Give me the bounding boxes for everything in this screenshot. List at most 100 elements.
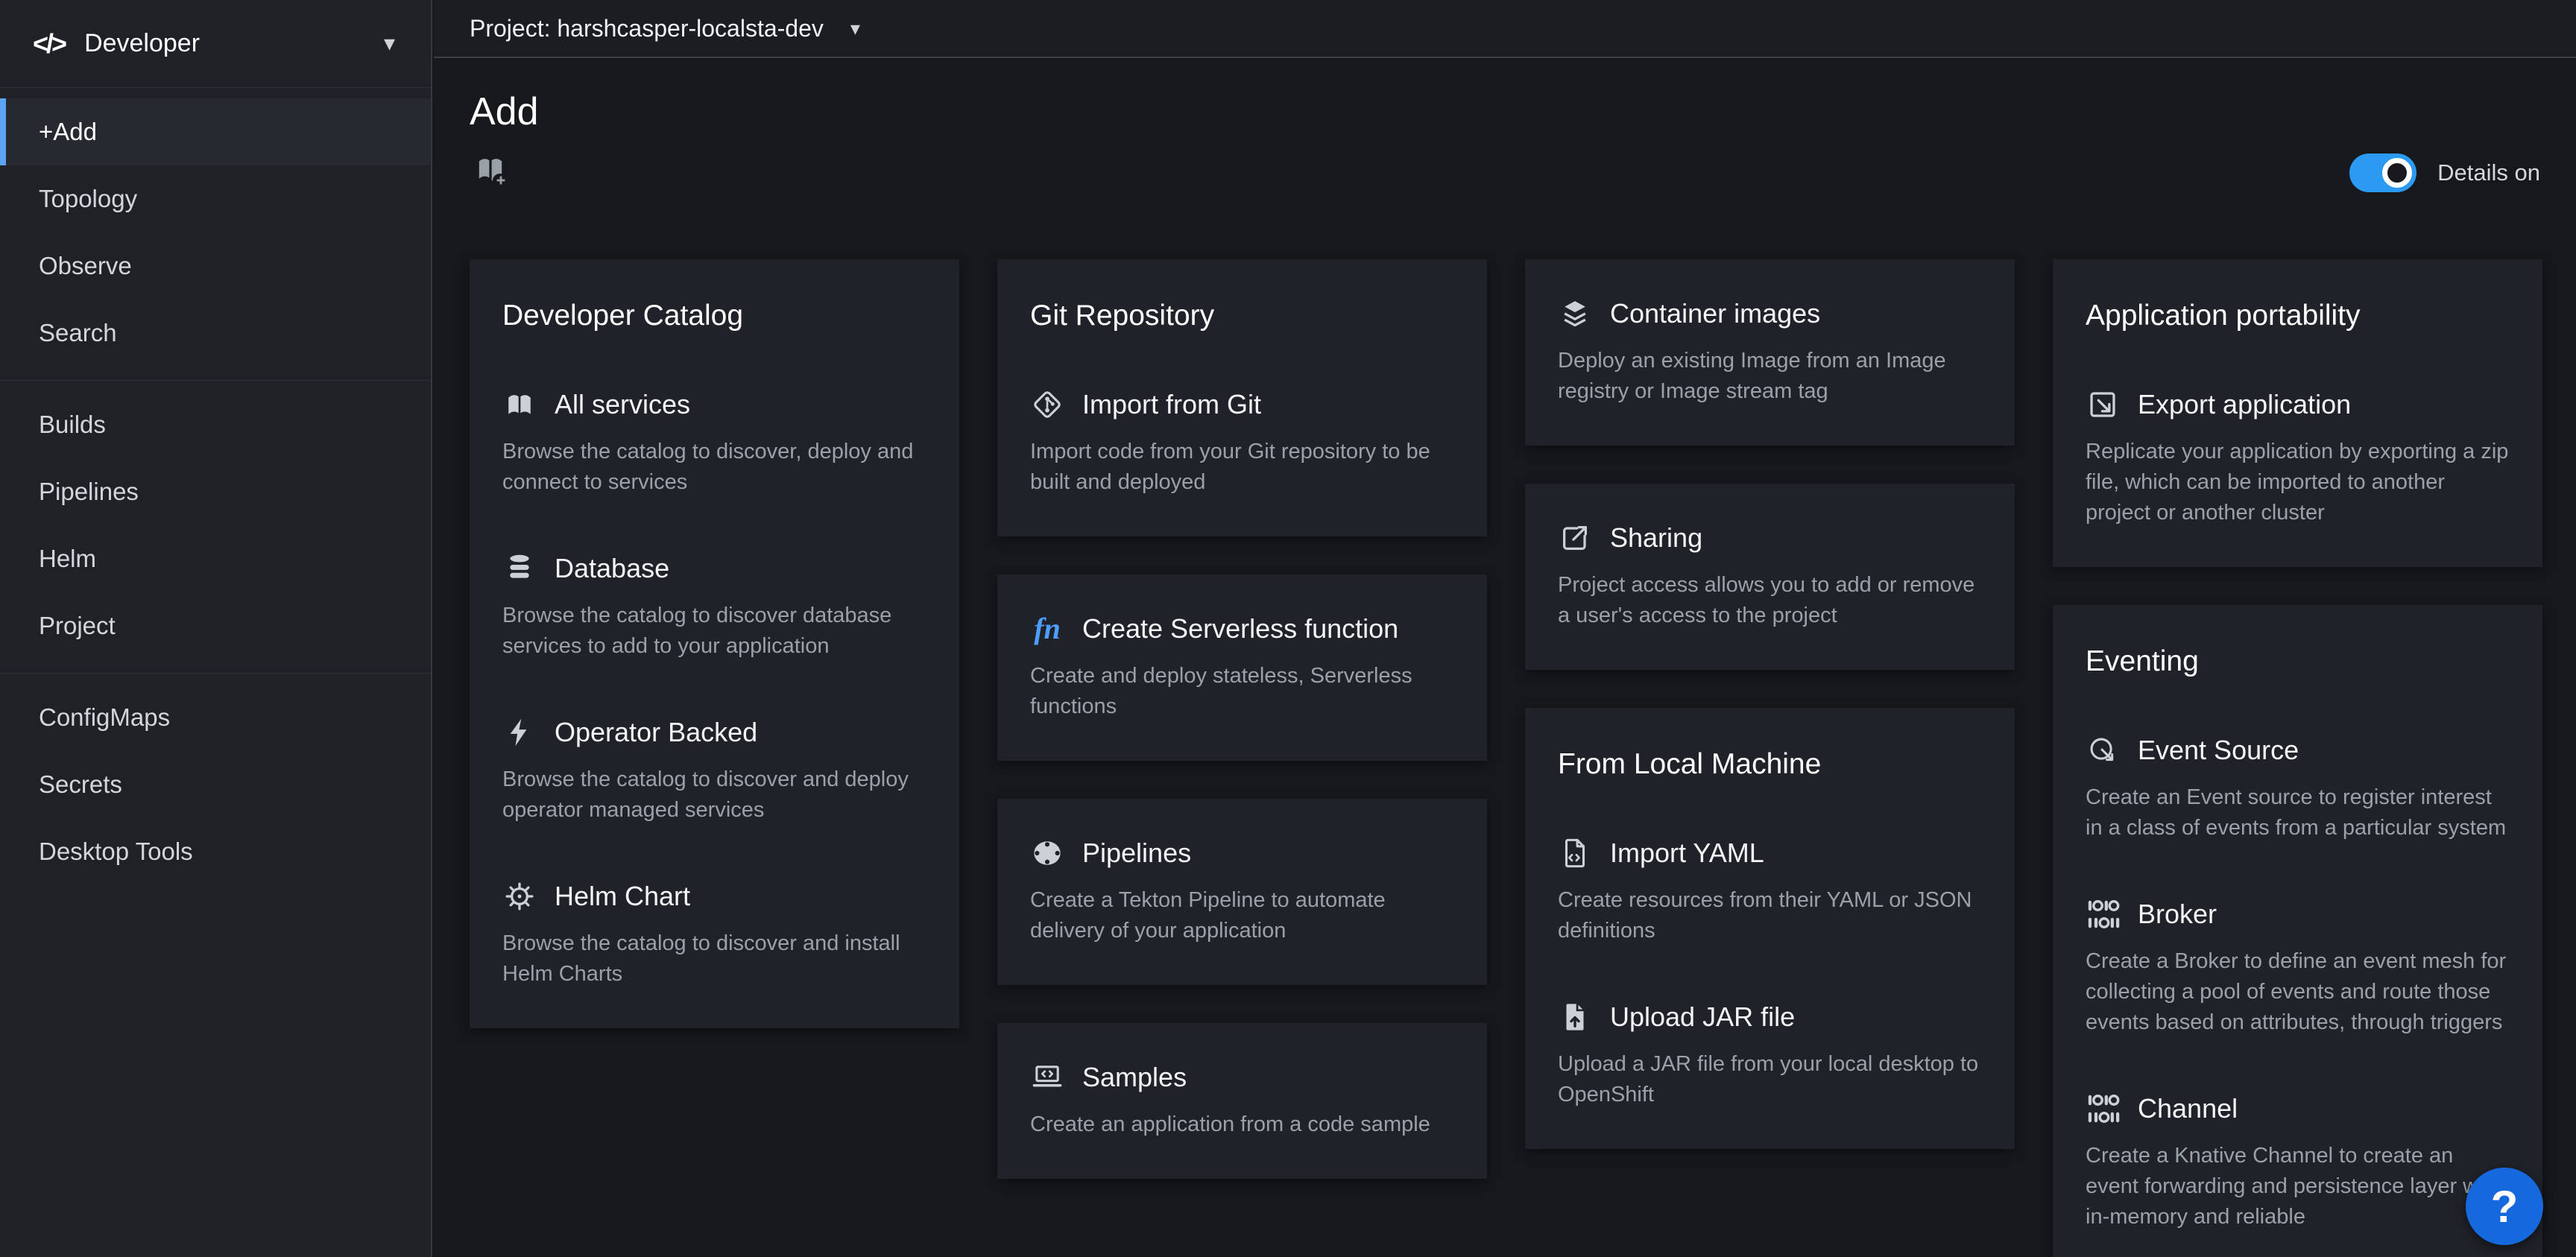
tile-broker[interactable]: Broker Create a Broker to define an even…: [2086, 897, 2510, 1038]
tile-all-services[interactable]: All services Browse the catalog to disco…: [502, 387, 926, 498]
perspective-switcher[interactable]: </> Developer ▾: [0, 0, 431, 88]
tile-description: Import code from your Git repository to …: [1030, 437, 1454, 498]
project-selector-label: Project: harshcasper-localsta-dev: [470, 15, 824, 42]
card-pipelines: Pipelines Create a Tekton Pipeline to au…: [997, 799, 1487, 985]
sidebar-item-helm[interactable]: Helm: [0, 525, 431, 592]
card-samples: Samples Create an application from a cod…: [997, 1023, 1487, 1179]
card-container-images: Container images Deploy an existing Imag…: [1525, 259, 2015, 446]
add-page-card-grid: Developer Catalog All services Browse th…: [434, 259, 2576, 1257]
tile-description: Browse the catalog to discover and deplo…: [502, 764, 926, 826]
tile-upload-jar-file[interactable]: Upload JAR file Upload a JAR file from y…: [1558, 1000, 1982, 1110]
card-git-repository: Git Repository Import from Git Import co…: [997, 259, 1487, 536]
sidebar-item-configmaps[interactable]: ConfigMaps: [0, 684, 431, 751]
tile-import-from-git[interactable]: Import from Git Import code from your Gi…: [1030, 387, 1454, 498]
sidebar-item-topology[interactable]: Topology: [0, 165, 431, 232]
card-title-application-portability: Application portability: [2086, 300, 2510, 332]
helm-icon: [502, 879, 537, 914]
chevron-down-icon: ▾: [850, 17, 860, 40]
tile-title: Samples: [1082, 1062, 1187, 1093]
card-eventing: Eventing Event Source Create an Event so…: [2053, 605, 2542, 1257]
sidebar-item-builds[interactable]: Builds: [0, 391, 431, 458]
sidebar-item-project[interactable]: Project: [0, 592, 431, 659]
tile-helm-chart[interactable]: Helm Chart Browse the catalog to discove…: [502, 879, 926, 990]
tile-title: Container images: [1610, 298, 1820, 329]
tile-import-yaml[interactable]: Import YAML Create resources from their …: [1558, 836, 1982, 946]
tile-title: Export application: [2138, 389, 2351, 420]
details-toggle-label: Details on: [2437, 159, 2540, 186]
tile-description: Create an Event source to register inter…: [2086, 782, 2510, 843]
tile-description: Deploy an existing Image from an Image r…: [1558, 346, 1982, 407]
channel-icon: [2086, 1092, 2120, 1126]
card-developer-catalog: Developer Catalog All services Browse th…: [470, 259, 959, 1028]
tile-description: Create a Tekton Pipeline to automate del…: [1030, 885, 1454, 946]
perspective-label: Developer: [84, 29, 384, 58]
toggle-knob: [2382, 158, 2412, 188]
help-button[interactable]: ?: [2466, 1168, 2543, 1245]
tile-title: Sharing: [1610, 522, 1702, 554]
tile-description: Replicate your application by exporting …: [2086, 437, 2510, 528]
main-content: Project: harshcasper-localsta-dev ▾ Add …: [434, 0, 2576, 1257]
container-images-icon: [1558, 297, 1592, 331]
tile-description: Browse the catalog to discover database …: [502, 601, 926, 662]
serverless-fn-icon: fn: [1030, 612, 1064, 646]
git-icon: [1030, 387, 1064, 422]
tile-title: Database: [555, 553, 669, 584]
tile-channel[interactable]: Channel Create a Knative Channel to crea…: [2086, 1092, 2510, 1232]
sidebar-item-search[interactable]: Search: [0, 300, 431, 367]
tile-export-application[interactable]: Export application Replicate your applic…: [2086, 387, 2510, 528]
tile-title: Helm Chart: [555, 881, 690, 912]
sidebar: </> Developer ▾ +Add Topology Observe Se…: [0, 0, 432, 1257]
tile-operator-backed[interactable]: Operator Backed Browse the catalog to di…: [502, 715, 926, 826]
samples-icon: [1030, 1060, 1064, 1095]
card-title-git-repository: Git Repository: [1030, 300, 1454, 332]
sidebar-group: +Add Topology Observe Search: [0, 88, 431, 380]
sidebar-item-desktop-tools[interactable]: Desktop Tools: [0, 818, 431, 885]
details-toggle[interactable]: [2349, 153, 2416, 192]
pipelines-icon: [1030, 836, 1064, 870]
card-title-eventing: Eventing: [2086, 645, 2510, 678]
sidebar-group: Builds Pipelines Helm Project: [0, 380, 431, 673]
sidebar-nav: +Add Topology Observe Search Builds Pipe…: [0, 88, 431, 899]
tile-title: Import YAML: [1610, 838, 1764, 869]
tile-title: Event Source: [2138, 735, 2299, 766]
project-selector[interactable]: Project: harshcasper-localsta-dev ▾: [470, 15, 860, 42]
tile-event-source[interactable]: Event Source Create an Event source to r…: [2086, 733, 2510, 843]
sidebar-item-add[interactable]: +Add: [0, 98, 431, 165]
event-source-icon: [2086, 733, 2120, 767]
share-icon: [1558, 521, 1592, 555]
tile-database[interactable]: Database Browse the catalog to discover …: [502, 551, 926, 662]
card-column-1: Developer Catalog All services Browse th…: [470, 259, 959, 1028]
tile-description: Browse the catalog to discover and insta…: [502, 928, 926, 990]
card-serverless-function: fn Create Serverless function Create and…: [997, 574, 1487, 761]
tile-description: Create resources from their YAML or JSON…: [1558, 885, 1982, 946]
tile-title: Operator Backed: [555, 717, 757, 748]
tile-description: Create and deploy stateless, Serverless …: [1030, 661, 1454, 722]
tile-description: Create a Broker to define an event mesh …: [2086, 946, 2510, 1038]
tile-description: Upload a JAR file from your local deskto…: [1558, 1049, 1982, 1110]
tile-title: All services: [555, 389, 690, 420]
export-icon: [2086, 387, 2120, 422]
card-title-developer-catalog: Developer Catalog: [502, 300, 926, 332]
tile-title: Import from Git: [1082, 389, 1261, 420]
card-column-2: Git Repository Import from Git Import co…: [997, 259, 1487, 1179]
tile-sharing[interactable]: Sharing Project access allows you to add…: [1558, 521, 1982, 631]
tile-description: Browse the catalog to discover, deploy a…: [502, 437, 926, 498]
sidebar-item-observe[interactable]: Observe: [0, 232, 431, 300]
tile-title: Upload JAR file: [1610, 1001, 1795, 1033]
chevron-down-icon: ▾: [384, 31, 395, 57]
details-toggle-group: Details on: [2349, 153, 2540, 192]
tile-create-serverless-function[interactable]: fn Create Serverless function Create and…: [1030, 612, 1454, 722]
page-title: Add: [470, 89, 2540, 134]
sidebar-item-secrets[interactable]: Secrets: [0, 751, 431, 818]
operator-bolt-icon: [502, 715, 537, 750]
tile-samples[interactable]: Samples Create an application from a cod…: [1030, 1060, 1454, 1140]
quick-start-book-plus-icon[interactable]: [470, 151, 511, 189]
tile-pipelines[interactable]: Pipelines Create a Tekton Pipeline to au…: [1030, 836, 1454, 946]
card-application-portability: Application portability Export applicati…: [2053, 259, 2542, 567]
sidebar-item-pipelines[interactable]: Pipelines: [0, 458, 431, 525]
tile-title: Pipelines: [1082, 838, 1191, 869]
catalog-book-icon: [502, 387, 537, 422]
sidebar-group: ConfigMaps Secrets Desktop Tools: [0, 673, 431, 899]
code-icon: </>: [33, 28, 65, 60]
tile-container-images[interactable]: Container images Deploy an existing Imag…: [1558, 297, 1982, 407]
